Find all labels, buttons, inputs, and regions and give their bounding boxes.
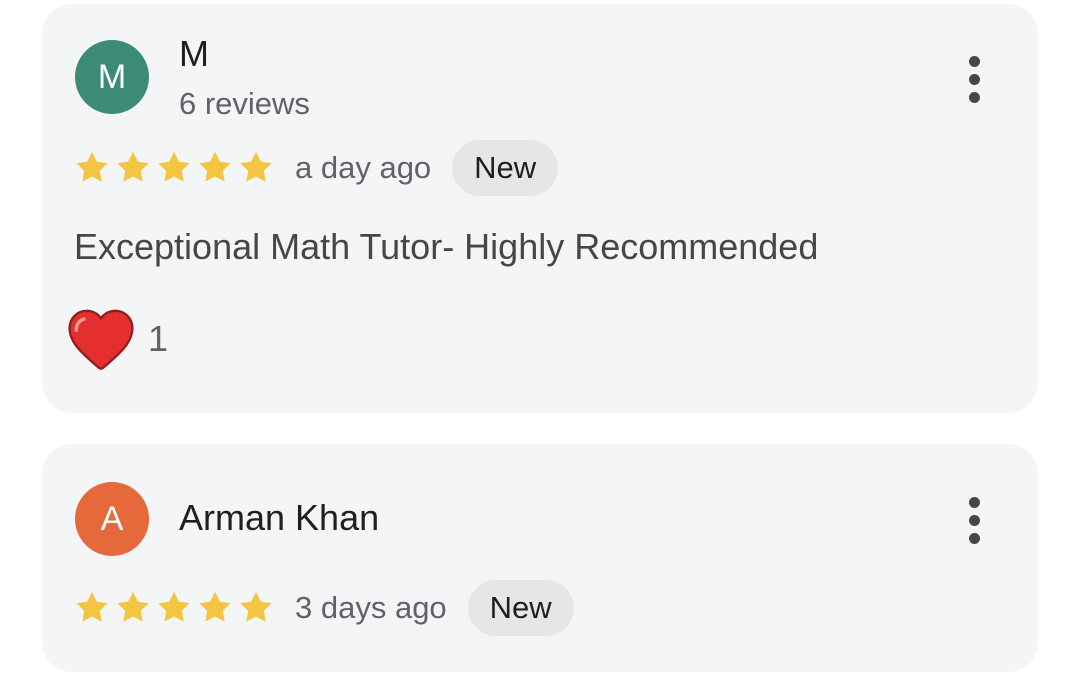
review-text: Exceptional Math Tutor- Highly Recommend… [74, 226, 819, 267]
star-icon [117, 591, 149, 622]
star-icon [199, 591, 231, 622]
avatar[interactable]: M [75, 40, 149, 114]
more-vertical-icon [969, 533, 980, 544]
star-icon [117, 151, 149, 182]
reviewer-name[interactable]: M [179, 34, 209, 74]
avatar[interactable]: A [75, 482, 149, 556]
more-vertical-icon [969, 92, 980, 103]
new-badge: New [452, 140, 559, 196]
more-vertical-icon [969, 74, 980, 85]
rating-row: a day ago New [73, 140, 559, 196]
star-icon [76, 151, 108, 182]
star-rating [73, 140, 278, 196]
star-icon [199, 151, 231, 182]
review-card: A Arman Khan 3 days ago New [42, 444, 1038, 672]
more-vertical-icon [969, 56, 980, 67]
star-icon [240, 591, 272, 622]
reviewer-review-count[interactable]: 6 reviews [179, 86, 310, 122]
more-options-button[interactable] [960, 497, 990, 545]
more-vertical-icon [969, 515, 980, 526]
more-vertical-icon [969, 497, 980, 508]
reaction-button[interactable]: 1 [66, 304, 168, 374]
review-card: M M 6 reviews a day ago New Exceptional … [42, 4, 1038, 413]
reaction-count: 1 [148, 318, 169, 359]
star-icon [240, 151, 272, 182]
rating-row: 3 days ago New [73, 580, 574, 636]
star-icon [158, 591, 190, 622]
heart-icon [68, 309, 134, 370]
reviewer-name[interactable]: Arman Khan [179, 498, 379, 538]
star-icon [76, 591, 108, 622]
star-icon [158, 151, 190, 182]
more-options-button[interactable] [960, 56, 990, 104]
review-date: 3 days ago [295, 590, 447, 625]
new-badge: New [467, 580, 574, 636]
review-date: a day ago [295, 150, 432, 185]
star-rating [73, 580, 278, 636]
